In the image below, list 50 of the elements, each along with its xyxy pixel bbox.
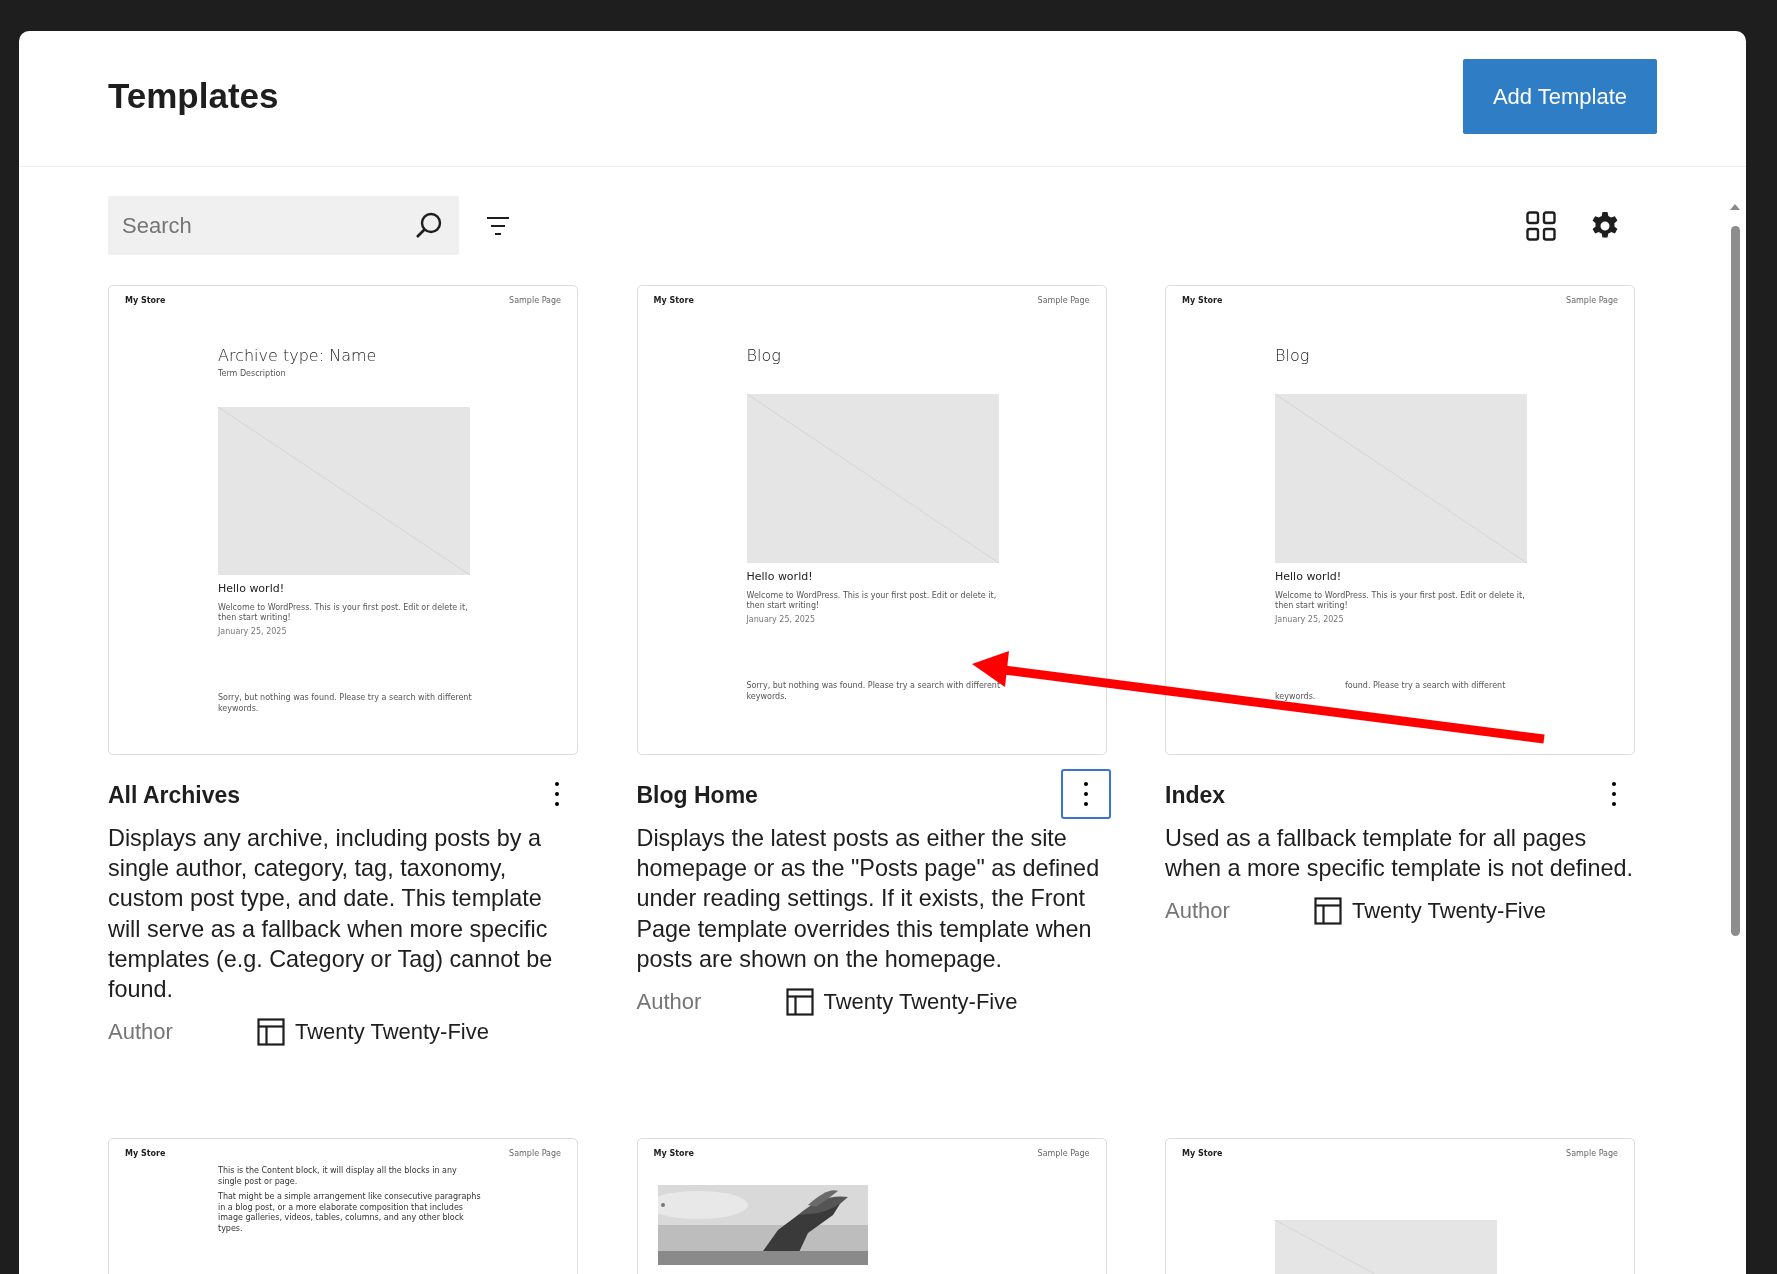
preview-paragraph: That might be a simple arrangement like consecutive paragraphs in a blog post, or a more elaborate composition that includes image galleries, videos, tables, columns, and any other block types. [218,1192,482,1235]
settings-icon[interactable] [1590,210,1620,241]
search-field[interactable]: Search [108,196,459,255]
theme-name: Twenty Twenty-Five [823,989,1018,1015]
template-description: Displays the latest posts as either the site homepage or as the "Posts page" as defined under reading settings. If it exists, the Front Page template overrides this template when posts are shown on the homepage. [636,824,1101,974]
term-description: Term Description [218,369,287,378]
template-title[interactable]: All Archives [108,781,241,809]
post-title: Hello world! [746,570,814,583]
layout-icon [785,988,814,1016]
template-title[interactable]: Blog Home [636,781,758,809]
author-label: Author [108,1019,174,1046]
filter-icon[interactable] [487,215,509,236]
template-title[interactable]: Index [1165,781,1226,809]
more-icon [555,782,559,806]
template-description: Displays any archive, including posts by a single author, category, tag, taxonomy, custom post type, and date. This template will serve as a fallback when more specific templates (e.g. Category or Tag) cannot be found. [108,824,554,1004]
site-title: My Store [125,1149,166,1161]
post-date: January 25, 2025 [746,615,816,624]
site-title: My Store [653,296,694,307]
more-button[interactable] [1060,769,1111,819]
preview-heading: Blog [1275,346,1311,365]
search-icon[interactable] [415,211,443,239]
grid-view-icon[interactable] [1526,210,1556,241]
site-title: My Store [653,1149,694,1161]
post-date: January 25, 2025 [218,627,288,636]
layout-icon [1314,897,1342,926]
preview-heading: Archive type: Name [218,346,378,365]
template-description: Used as a fallback template for all pages when a more specific template is not defined. [1165,824,1635,884]
more-icon [1612,782,1616,806]
notice-text: Sorry, but nothing was found. Please try a search with different keywords. [746,680,1002,702]
site-title: My Store [125,296,166,307]
preview-heading: Blog [746,346,782,365]
page-title: Templates [108,75,279,116]
theme-name: Twenty Twenty-Five [295,1019,489,1046]
more-icon [1083,782,1088,806]
post-title: Hello world! [1275,570,1343,583]
post-date: January 25, 2025 [1275,615,1345,624]
post-excerpt: Welcome to WordPress. This is your first post. Edit or delete it, then start writing! [218,603,469,623]
site-title: My Store [1182,1149,1223,1161]
notice-text: found. Please try a search with different keywords. [1275,680,1507,702]
post-excerpt: Welcome to WordPress. This is your first post. Edit or delete it, then start writing! [746,591,998,611]
author-label: Author [1165,898,1231,925]
preview-paragraph: This is the Content block, it will display all the blocks in any single post or page. [218,1166,458,1188]
theme-name: Twenty Twenty-Five [1352,898,1546,925]
author-label: Author [636,989,703,1015]
post-title: Hello world! [218,582,286,595]
layout-icon [257,1018,285,1047]
add-template-button[interactable]: Add Template [1463,59,1657,134]
notice-text: Sorry, but nothing was found. Please try a search with different keywords. [218,692,473,714]
site-title: My Store [1182,296,1223,307]
post-excerpt: Welcome to WordPress. This is your first post. Edit or delete it, then start writing! [1275,591,1526,611]
